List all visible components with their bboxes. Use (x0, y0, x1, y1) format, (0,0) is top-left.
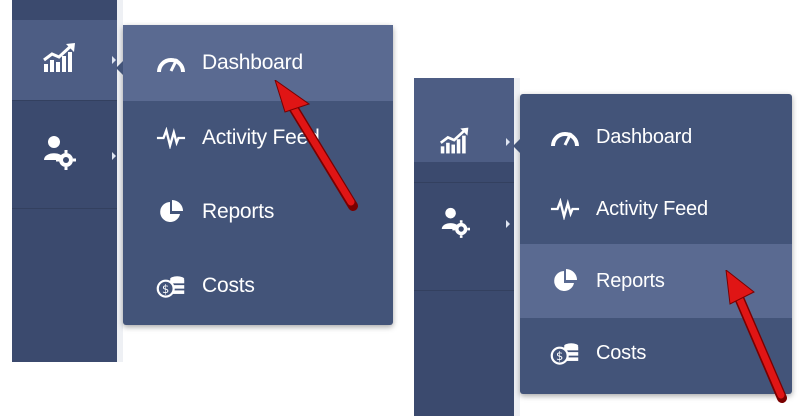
menu-item-reports[interactable]: Reports (520, 244, 792, 318)
menu-item-label: Reports (202, 200, 275, 223)
divider (414, 182, 514, 183)
user-gear-icon (42, 134, 76, 175)
menu-item-label: Costs (202, 274, 255, 297)
divider (12, 208, 117, 209)
menu-item-label: Dashboard (202, 51, 303, 74)
coins-icon: $ (550, 341, 580, 365)
sidebar-rail (414, 78, 514, 416)
pie-chart-icon (156, 200, 186, 224)
bar-chart-trend-icon (439, 126, 471, 161)
menu-pointer-notch (116, 61, 123, 75)
menu-item-label: Activity Feed (202, 126, 320, 149)
coins-icon: $ (156, 274, 186, 298)
menu-item-label: Reports (596, 269, 665, 292)
pulse-icon (550, 197, 580, 221)
menu-item-activity-feed[interactable]: Activity Feed (520, 174, 792, 244)
user-gear-icon (440, 206, 470, 243)
menu-item-activity-feed[interactable]: Activity Feed (123, 101, 393, 175)
speedometer-icon (550, 125, 580, 149)
sidebar-rail (12, 0, 117, 362)
divider (12, 100, 117, 101)
menu-item-dashboard[interactable]: Dashboard (123, 25, 393, 101)
sidebar-item-analytics[interactable] (12, 20, 117, 100)
sidebar-item-user-settings[interactable] (414, 190, 514, 280)
submenu-caret-icon (506, 220, 510, 228)
sidebar-item-user-settings[interactable] (12, 112, 117, 202)
menu-item-label: Activity Feed (596, 197, 708, 220)
submenu-caret-icon (506, 138, 510, 146)
analytics-flyout-menu: Dashboard Activity Feed Reports $ Costs (513, 94, 792, 394)
pie-chart-icon (550, 269, 580, 293)
analytics-flyout-menu: Dashboard Activity Feed Reports $ Costs (116, 25, 393, 325)
menu-item-label: Dashboard (596, 125, 693, 148)
sidebar-item-analytics[interactable] (414, 78, 514, 162)
menu-item-reports[interactable]: Reports (123, 175, 393, 249)
bar-chart-trend-icon (42, 42, 78, 79)
menu-item-label: Costs (596, 341, 647, 364)
submenu-caret-icon (112, 152, 116, 160)
svg-text:$: $ (162, 282, 169, 296)
menu-pointer-notch (513, 139, 520, 153)
pulse-icon (156, 126, 186, 150)
menu-item-costs[interactable]: $ Costs (520, 318, 792, 388)
divider (414, 290, 514, 291)
menu-item-dashboard[interactable]: Dashboard (520, 100, 792, 174)
screen-right: Dashboard Activity Feed Reports $ Costs (412, 78, 812, 416)
menu-item-costs[interactable]: $ Costs (123, 249, 393, 323)
svg-text:$: $ (556, 349, 563, 363)
screen-left: Dashboard Activity Feed Reports $ Costs (0, 0, 400, 362)
speedometer-icon (156, 51, 186, 75)
